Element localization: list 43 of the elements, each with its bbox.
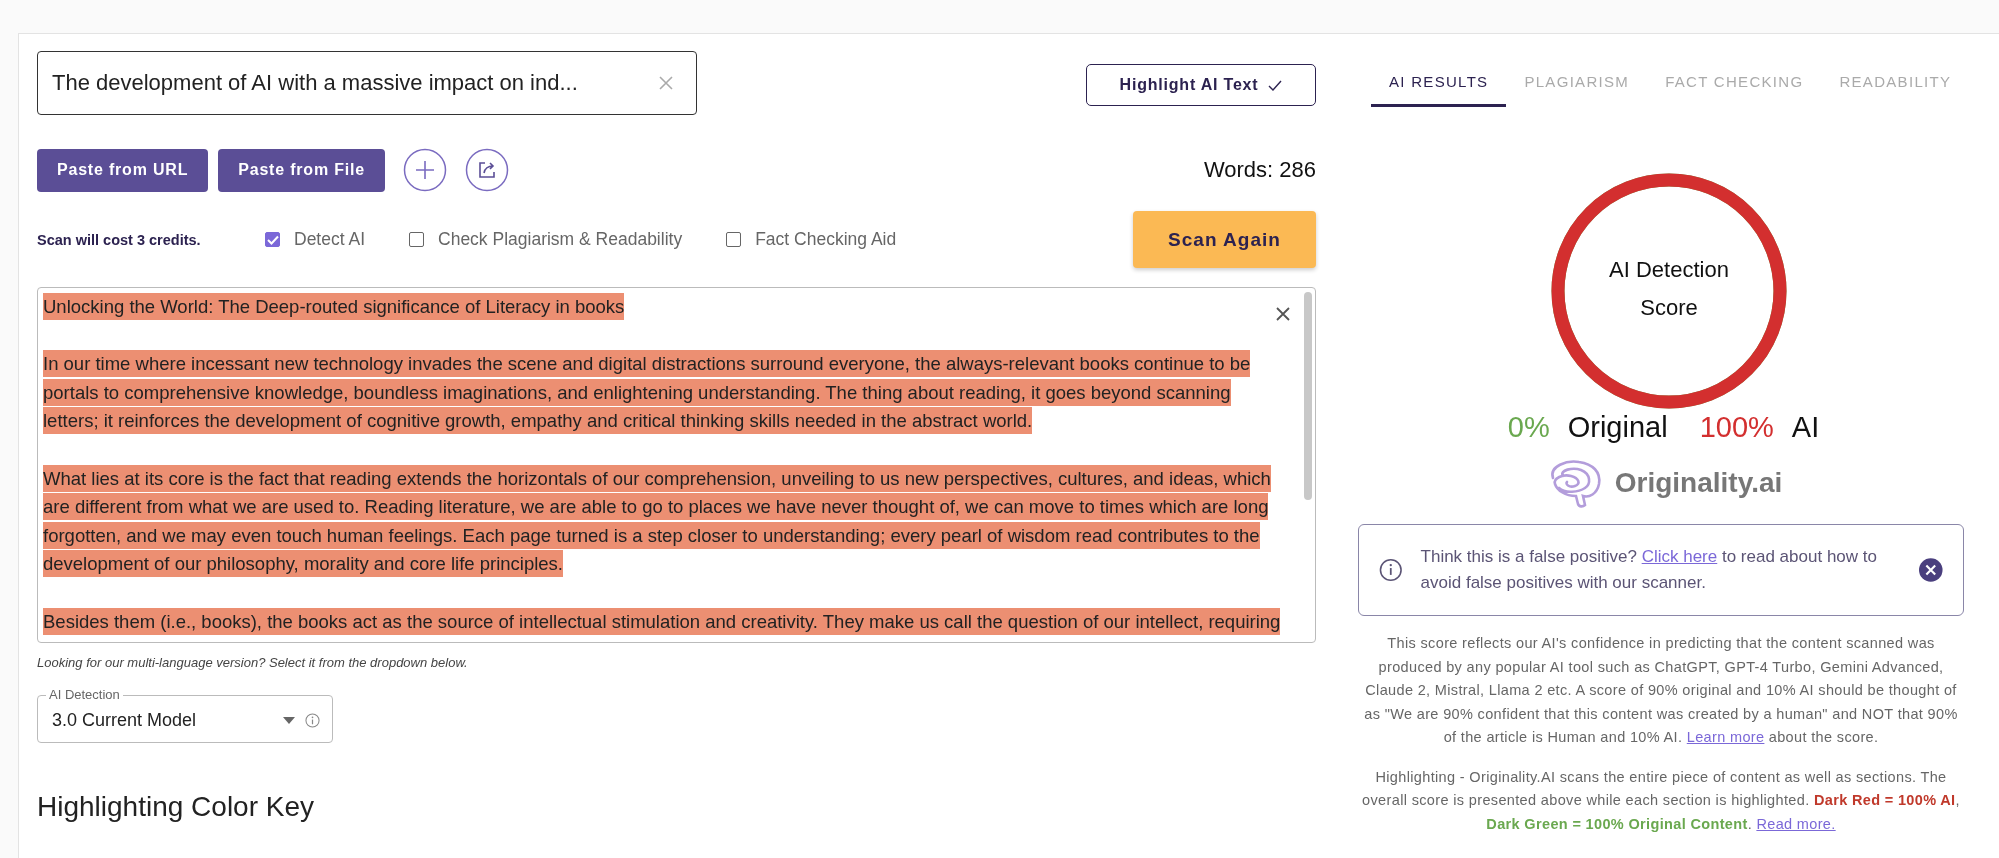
original-percent: 0%	[1507, 411, 1550, 444]
original-label: Original	[1567, 411, 1668, 444]
word-count: Words: 286	[1203, 157, 1316, 183]
add-icon[interactable]	[402, 148, 447, 192]
notice-text: Think this is a false positive? Click here to read about how to avoid false positives with our scanner.	[1420, 546, 1878, 594]
explanation-text: Highlighting - Originality.AI scans the entire piece of content as well as sections. The overall score is presented above while each section is highlighted. Dark Red = 100% AI, Dark Green = 100% Original Content. Read more.	[1361, 767, 1961, 834]
content-paragraph: What lies at its core is the fact that reading extends the horizontals of our comprehension, unveiling to us new perspectives, cultures, and ideas, which are different from what we are used to. Reading literature, we are able to go to places we have never thought of, we can move to times which are long forgotten, and we may even touch human feelings. Each page turned is a step closer to understanding; every pearl of wisdom read contributes to the development of our philosophy, morality and core life principles.	[43, 464, 1315, 579]
model-dropdown[interactable]: AI Detection 3.0 Current Model	[37, 688, 333, 743]
multilanguage-note: Looking for our multi-language version? Select it from the dropdown below.	[37, 655, 469, 670]
tab[interactable]: AI RESULTS	[1371, 59, 1507, 107]
ai-label: AI	[1791, 411, 1820, 444]
checkbox[interactable]	[409, 232, 424, 247]
scan-cost-text: Scan will cost 3 credits.	[37, 231, 202, 248]
ai-percent: 100%	[1699, 411, 1774, 444]
caret-icon	[283, 716, 295, 724]
checkbox-label: Detect AI	[294, 229, 365, 250]
checkbox[interactable]	[726, 232, 742, 247]
info-icon[interactable]	[305, 712, 320, 728]
link[interactable]: Click here	[1641, 547, 1718, 566]
content-paragraph: Unlocking the World: The Deep-routed significance of Literacy in books	[43, 293, 1315, 322]
checkbox-label: Check Plagiarism & Readability	[438, 229, 683, 250]
content-paragraph: In our time where incessant new technology invades the scene and digital distractions surround everyone, the always-relevant books continue to be portals to comprehensive knowledge, boundless imaginations, and enlightening understanding. The thing about reading, it goes beyond scanning letters; it reinforces the development of cognitive growth, empathy and critical thinking skills needed in the abstract world.	[43, 350, 1315, 436]
checkbox-label: Fact Checking Aid	[755, 229, 897, 250]
paste-button[interactable]: Paste from File	[218, 148, 385, 192]
color-key-heading: Highlighting Color Key	[37, 791, 316, 823]
paste-button[interactable]: Paste from URL	[37, 148, 209, 192]
logo-text: Originality.ai	[1614, 467, 1783, 499]
scrollbar-thumb[interactable]	[1304, 292, 1312, 500]
link[interactable]: Read more.	[1756, 815, 1836, 832]
check-icon	[1268, 79, 1283, 91]
scan-again-button[interactable]: Scan Again	[1133, 211, 1316, 268]
close-icon[interactable]	[1919, 558, 1943, 582]
highlight-ai-text-button[interactable]: Highlight AI Text	[1086, 64, 1316, 106]
search-field[interactable]: The development of AI with a massive impact on ind...	[37, 51, 697, 115]
explanation-text: This score reflects our AI's confidence in predicting that the content scanned was produced by any popular AI tool such as ChatGPT, GPT-4 Turbo, Gemini Advanced, Claude 2, Mistral, Llama 2 etc. A score of 90% original and 10% AI should be thought of as "We are 90% confident that this content was created by a human" and NOT that 90% of the article is Human and 10% AI. Learn more about the score.	[1363, 634, 1959, 747]
share-icon[interactable]	[464, 148, 509, 192]
clear-icon[interactable]	[658, 75, 674, 91]
link[interactable]: Learn more	[1686, 729, 1765, 745]
close-icon[interactable]	[1275, 306, 1291, 322]
score-title: AI Detection Score	[1608, 256, 1730, 322]
info-icon	[1379, 558, 1403, 582]
content-text-area[interactable]	[37, 287, 1316, 643]
checkbox[interactable]	[265, 232, 280, 247]
